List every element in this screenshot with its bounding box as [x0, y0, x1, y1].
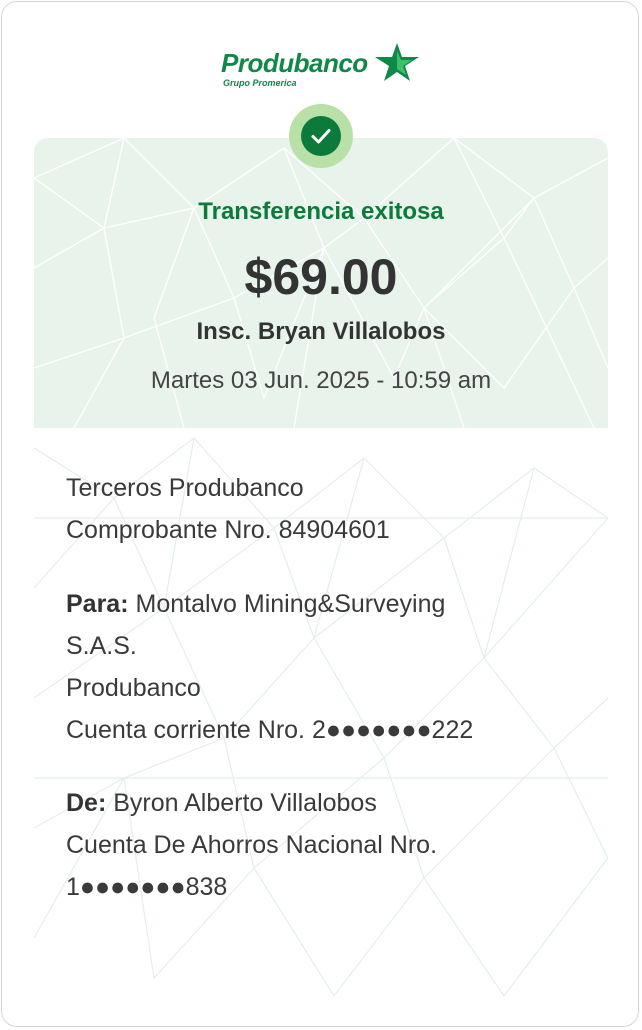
produbanco-logo: Produbanco Grupo Promerica — [221, 42, 421, 92]
sender-account-number: 1●●●●●●●838 — [66, 873, 228, 901]
sender-name: Byron Alberto Villalobos — [113, 789, 377, 817]
check-icon — [301, 116, 341, 156]
sender-label: De: — [66, 789, 107, 817]
recipient-name-cont: S.A.S. — [66, 632, 137, 660]
success-badge — [289, 104, 353, 168]
recipient-bank: Produbanco — [66, 674, 201, 702]
transfer-amount: $69.00 — [244, 249, 398, 305]
beneficiary-name: Insc. Bryan Villalobos — [196, 318, 446, 345]
recipient-account: Cuenta corriente Nro. 2●●●●●●●222 — [66, 716, 474, 744]
brand-tagline: Grupo Promerica — [223, 78, 297, 88]
transfer-datetime: Martes 03 Jun. 2025 - 10:59 am — [150, 367, 492, 394]
recipient-name: Montalvo Mining&Surveying — [135, 590, 446, 618]
recipient-label: Para: — [66, 590, 129, 618]
sender-account-type: Cuenta De Ahorros Nacional Nro. — [66, 831, 438, 859]
receipt-number: Comprobante Nro. 84904601 — [66, 516, 390, 544]
brand-name: Produbanco — [221, 48, 368, 78]
status-title: Transferencia exitosa — [198, 198, 444, 225]
recipient-line: Para: Montalvo Mining&Surveying — [66, 590, 445, 619]
star-icon — [375, 43, 419, 81]
sender-line: De: Byron Alberto Villalobos — [66, 789, 377, 818]
transfer-type: Terceros Produbanco — [66, 474, 304, 502]
